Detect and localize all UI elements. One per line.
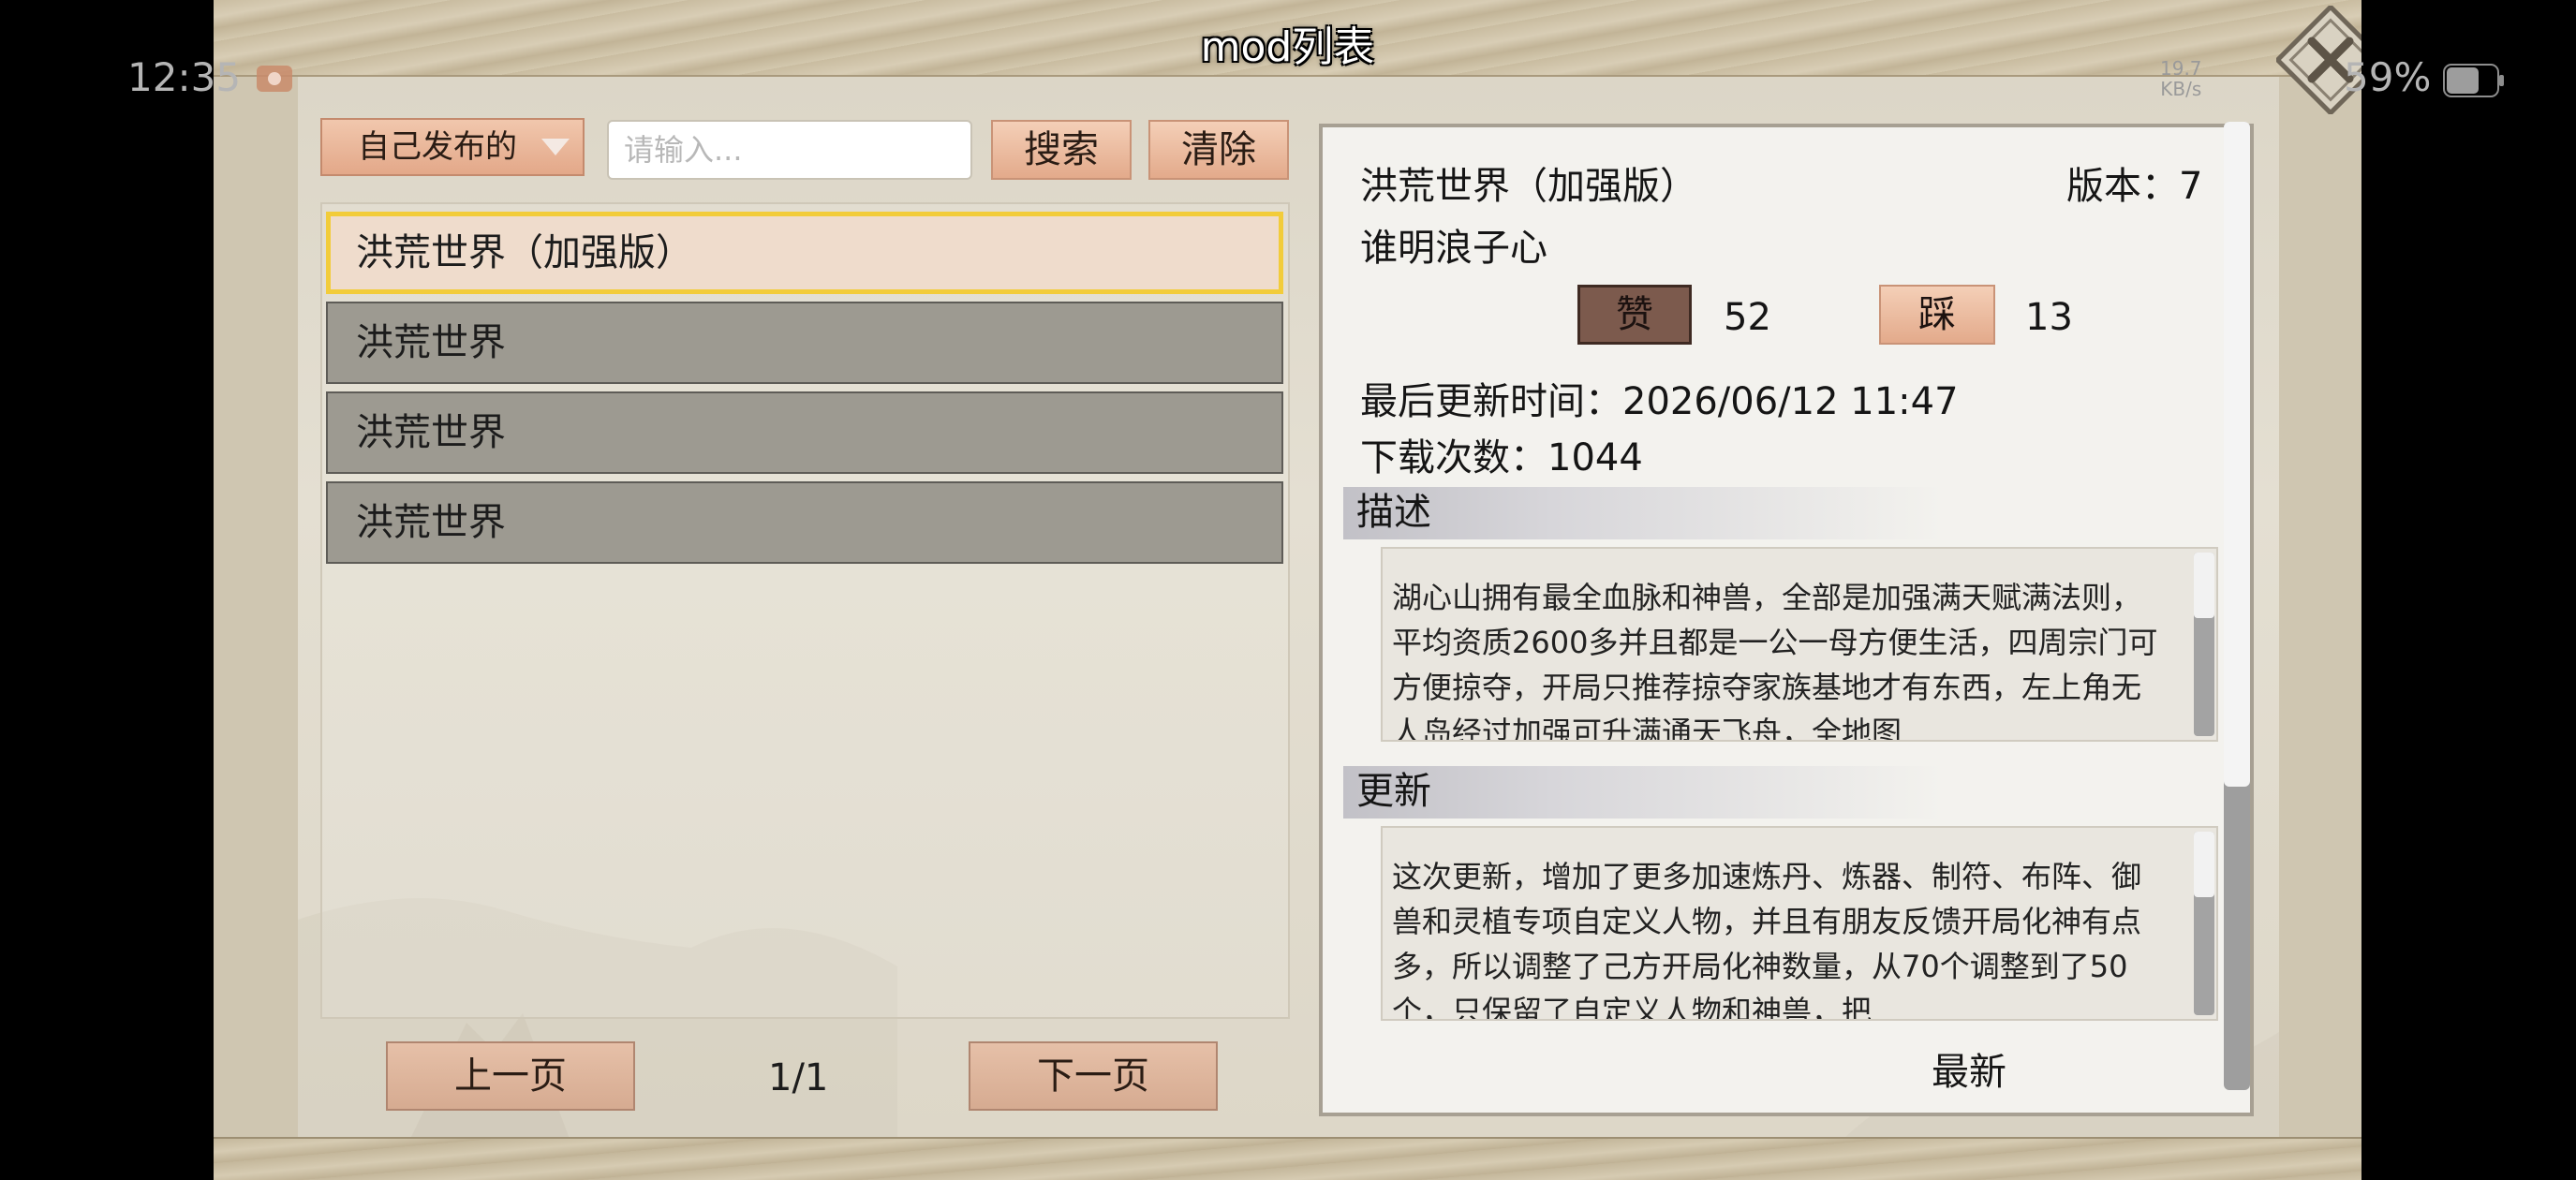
net-speed-value: 19.7: [2160, 57, 2202, 80]
page-indicator: 1/1: [768, 1056, 829, 1099]
battery-icon: [2443, 64, 2505, 97]
update-text: 这次更新，增加了更多加速炼丹、炼器、制符、布阵、御兽和灵植专项自定义人物，并且有…: [1392, 859, 2142, 1021]
search-input[interactable]: [607, 120, 972, 180]
filter-dropdown[interactable]: 自己发布的: [320, 118, 585, 176]
detail-version: 版本：7: [2066, 165, 2203, 208]
battery-percent: 59%: [2344, 54, 2432, 100]
net-speed: 19.7 KB/s: [2160, 58, 2202, 99]
like-button[interactable]: 赞: [1577, 285, 1692, 345]
next-page-button[interactable]: 下一页: [969, 1041, 1218, 1111]
clear-button[interactable]: 清除: [1148, 120, 1289, 180]
dislike-button[interactable]: 踩: [1879, 285, 1995, 345]
update-heading: 更新: [1343, 766, 1943, 819]
triangle-down-icon: [541, 139, 570, 155]
description-box[interactable]: 湖心山拥有最全血脉和神兽，全部是加强满天赋满法则，平均资质2600多并且都是一公…: [1381, 547, 2218, 742]
update-notes-box[interactable]: 这次更新，增加了更多加速炼丹、炼器、制符、布阵、御兽和灵植专项自定义人物，并且有…: [1381, 826, 2218, 1021]
screen-record-icon: [255, 62, 294, 96]
mod-list-item[interactable]: 洪荒世界: [326, 302, 1283, 384]
dislike-count: 13: [2025, 296, 2073, 339]
download-count: 下载次数：1044: [1360, 436, 1643, 479]
detail-author: 谁明浪子心: [1360, 227, 1547, 270]
detail-mod-name: 洪荒世界（加强版）: [1360, 165, 1697, 208]
last-updated: 最后更新时间：2026/06/12 11:47: [1360, 380, 1959, 423]
mod-list-item[interactable]: 洪荒世界: [326, 391, 1283, 474]
filter-dropdown-label: 自己发布的: [358, 128, 517, 166]
search-button[interactable]: 搜索: [991, 120, 1132, 180]
description-scroll-thumb[interactable]: [2194, 553, 2214, 618]
net-speed-unit: KB/s: [2160, 78, 2202, 100]
description-heading: 描述: [1343, 487, 1943, 539]
latest-button[interactable]: 最新: [1932, 1041, 2006, 1096]
detail-scroll-thumb[interactable]: [2224, 122, 2250, 787]
like-count: 52: [1724, 296, 1771, 339]
mod-list-item[interactable]: 洪荒世界（加强版）: [326, 212, 1283, 294]
status-time: 12:35: [127, 54, 242, 100]
mod-list-item[interactable]: 洪荒世界: [326, 481, 1283, 564]
description-text: 湖心山拥有最全血脉和神兽，全部是加强满天赋满法则，平均资质2600多并且都是一公…: [1392, 580, 2158, 742]
update-scroll-thumb[interactable]: [2194, 832, 2214, 897]
window-title: mod列表: [1200, 23, 1375, 71]
bottom-frame: [214, 1137, 2361, 1180]
prev-page-button[interactable]: 上一页: [386, 1041, 635, 1111]
